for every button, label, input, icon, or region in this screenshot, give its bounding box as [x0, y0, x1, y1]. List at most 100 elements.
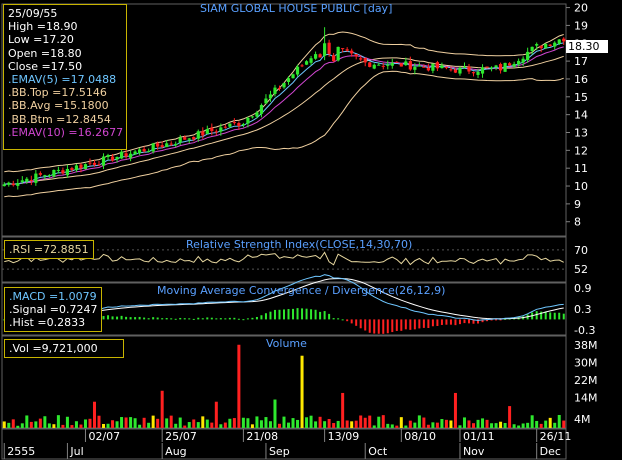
- volume-tick-label: 22M: [574, 374, 598, 387]
- macd-hist-bar: [440, 319, 443, 325]
- candle-body: [449, 69, 453, 71]
- volume-bar: [444, 419, 448, 428]
- candle-body: [544, 43, 548, 49]
- macd-hist-bar: [305, 308, 308, 320]
- volume-tick-label: 30M: [574, 356, 598, 369]
- volume-bar: [377, 416, 381, 428]
- volume-tick-label: 4M: [574, 413, 591, 426]
- info-open: Open =18.80: [8, 46, 82, 60]
- macd-hist-bar: [278, 309, 281, 320]
- volume-bar: [282, 416, 286, 428]
- candle-body: [318, 54, 322, 58]
- volume-bar: [142, 417, 146, 428]
- candle-body: [309, 58, 313, 63]
- volume-bar: [413, 422, 417, 428]
- volume-bar: [417, 415, 421, 428]
- candle-body: [178, 137, 182, 143]
- volume-bar: [223, 422, 227, 428]
- candle-body: [508, 63, 512, 66]
- volume-bar: [205, 419, 209, 428]
- info-low: Low =17.20: [8, 33, 74, 47]
- volume-bar: [431, 422, 435, 428]
- volume-bar: [165, 418, 169, 428]
- volume-bar: [562, 420, 566, 428]
- volume-bar: [151, 415, 155, 428]
- price-tick-label: 8: [574, 216, 581, 229]
- volume-bar: [102, 423, 106, 428]
- volume-bar: [327, 418, 331, 428]
- macd-hist-bar: [206, 317, 209, 320]
- volume-bar: [300, 355, 304, 428]
- volume-bar: [124, 417, 128, 428]
- candle-body: [557, 39, 561, 44]
- candle-body: [25, 178, 29, 182]
- candle-body: [521, 58, 525, 63]
- volume-bar: [435, 422, 439, 428]
- candle-body: [395, 61, 399, 63]
- macd-hist-bar: [269, 311, 272, 320]
- candle-body: [119, 151, 124, 159]
- volume-bar: [476, 419, 480, 428]
- macd-hist-bar: [391, 319, 394, 333]
- volume-bar: [187, 422, 191, 428]
- candle-body: [286, 78, 291, 83]
- volume-bar: [517, 425, 521, 428]
- candle-body: [187, 138, 191, 140]
- macd-hist-bar: [292, 308, 295, 320]
- macd-hist-bar: [386, 319, 389, 334]
- month-tick-label: Jul: [69, 445, 83, 458]
- candle-body: [422, 66, 426, 68]
- macd-hist-bar: [549, 312, 552, 320]
- candle-body: [92, 162, 97, 165]
- volume-bar: [395, 425, 399, 428]
- macd-tick-label: 0.9: [574, 282, 592, 295]
- volume-bar: [422, 417, 426, 428]
- macd-hist-bar: [463, 319, 466, 324]
- candle-body: [489, 67, 494, 69]
- macd-hist-bar: [337, 318, 340, 320]
- date-tick-label: 25/07: [165, 430, 197, 443]
- volume-bar: [259, 420, 263, 428]
- volume-bar: [350, 421, 354, 428]
- volume-bar: [241, 417, 245, 428]
- macd-hist-bar: [427, 319, 430, 328]
- candle-body: [29, 179, 33, 182]
- volume-bar: [490, 423, 494, 428]
- macd-hist-bar: [562, 313, 565, 320]
- volume-bar: [174, 423, 178, 428]
- macd-hist-bar: [413, 319, 416, 330]
- candle-body: [268, 94, 273, 99]
- macd-hist-bar: [201, 318, 204, 320]
- month-tick-label: Dec: [540, 445, 561, 458]
- volume-bar: [7, 422, 11, 428]
- macd-hist-bar: [319, 311, 322, 320]
- info-emav5: .EMAV(5) =17.0488: [8, 73, 117, 87]
- volume-bar: [553, 422, 557, 428]
- candle-body: [255, 112, 259, 117]
- candle-body: [295, 66, 300, 75]
- volume-bar: [97, 415, 101, 428]
- candle-body: [246, 117, 250, 124]
- macd-hist-bar: [323, 311, 326, 320]
- macd-hist-bar: [251, 317, 254, 320]
- volume-bar: [453, 392, 457, 428]
- candle-body: [83, 164, 88, 170]
- volume-bar: [268, 421, 272, 428]
- candle-body: [471, 72, 476, 74]
- rsi-title: Relative Strength Index(CLOSE,14,30,70): [186, 238, 413, 251]
- volume-bar: [92, 401, 96, 428]
- candle-body: [282, 83, 286, 88]
- macd-hist-bar: [418, 319, 421, 329]
- candle-body: [313, 54, 318, 59]
- date-tick-label: 21/08: [246, 430, 278, 443]
- date-tick-label: 02/07: [88, 430, 120, 443]
- price-tick-label: 16: [574, 73, 588, 86]
- macd-hist-bar: [458, 319, 461, 325]
- candle-body: [61, 170, 65, 174]
- volume-bar: [34, 421, 38, 428]
- macd-hist-bar: [436, 319, 439, 326]
- macd-hist-bar: [368, 319, 371, 333]
- macd-hist-bar: [197, 317, 200, 320]
- candle-body: [341, 48, 345, 50]
- macd-hist-bar: [120, 315, 123, 320]
